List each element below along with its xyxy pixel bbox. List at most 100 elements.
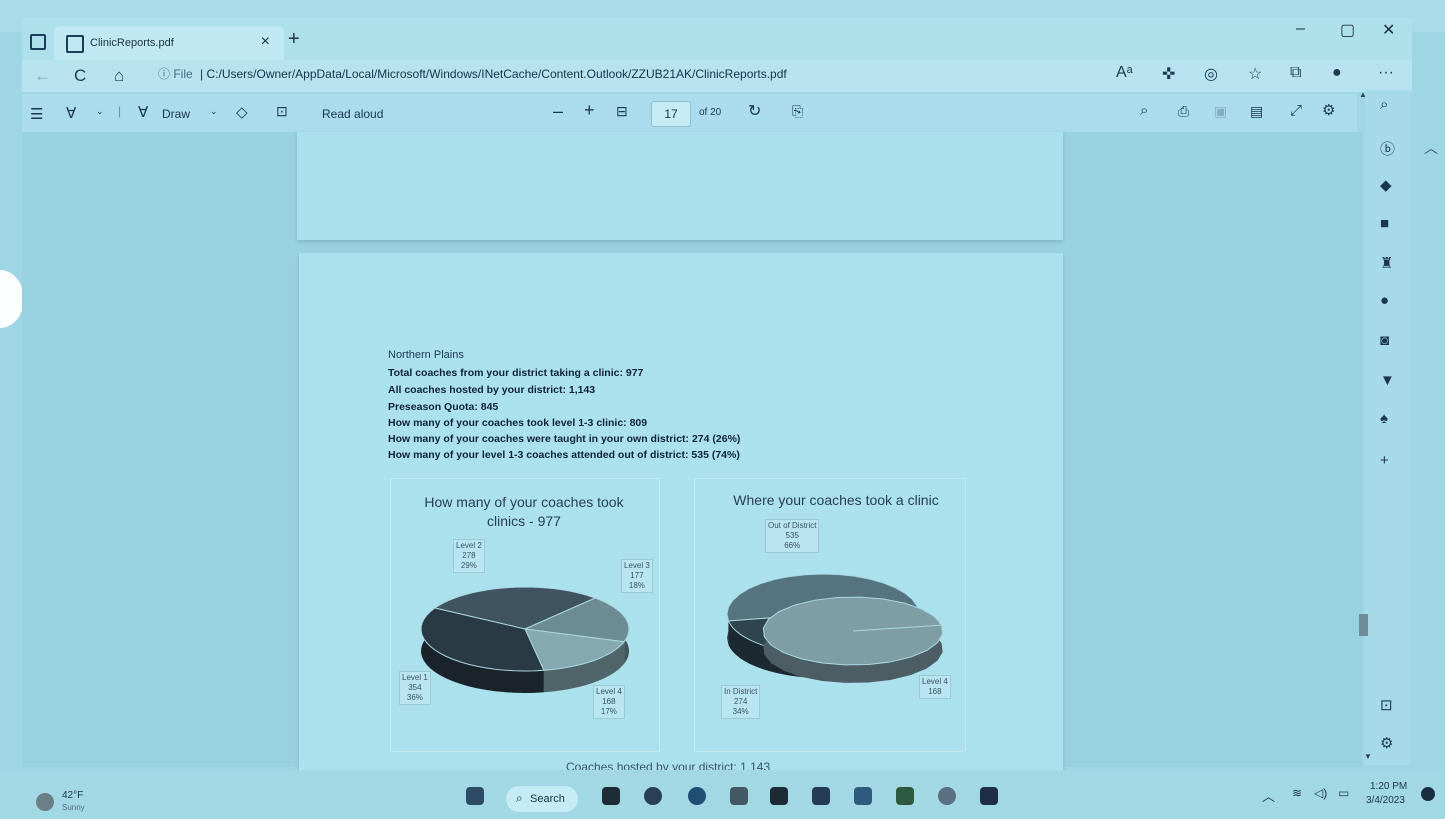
label-value: 177 bbox=[630, 571, 644, 580]
label-value: 168 bbox=[602, 697, 616, 706]
app-icon-2[interactable] bbox=[980, 787, 998, 805]
address-separator: | bbox=[200, 67, 204, 81]
label-pct: 66% bbox=[784, 541, 801, 550]
toolbar-divider: | bbox=[118, 104, 122, 118]
store-icon[interactable] bbox=[770, 787, 788, 805]
taskbar bbox=[0, 770, 1445, 819]
sidebar-bing-icon[interactable]: ⓑ bbox=[1380, 138, 1395, 159]
chevron-down-icon[interactable]: ⌄ bbox=[96, 106, 104, 117]
rotate-icon[interactable]: ↻ bbox=[748, 101, 761, 121]
text-box-icon[interactable]: ⊡ bbox=[276, 103, 288, 120]
read-view-icon[interactable]: Aᵃ bbox=[1116, 64, 1133, 82]
back-icon[interactable]: ← bbox=[34, 66, 51, 86]
read-aloud-button[interactable]: Read aloud bbox=[322, 107, 383, 121]
save-icon[interactable]: ▣ bbox=[1214, 103, 1227, 120]
label-level-2: Level 2 278 29% bbox=[453, 539, 485, 573]
label-pct: 18% bbox=[628, 581, 645, 590]
start-icon[interactable] bbox=[466, 787, 484, 805]
contents-icon[interactable]: ☰ bbox=[30, 105, 43, 123]
label-level-4: Level 4 168 bbox=[919, 675, 951, 699]
scroll-up-icon[interactable]: ︿ bbox=[1424, 138, 1438, 158]
edge-icon[interactable] bbox=[688, 787, 706, 805]
label-value: 274 bbox=[733, 697, 748, 706]
fullscreen-icon[interactable]: ⤢ bbox=[1290, 102, 1302, 119]
draw-button[interactable]: Draw bbox=[162, 107, 190, 121]
page-view-icon[interactable]: ⎘ bbox=[792, 103, 803, 120]
label-pct: 17% bbox=[600, 707, 617, 716]
excel-icon[interactable] bbox=[896, 787, 914, 805]
sidebar-drop-icon[interactable]: ▼ bbox=[1380, 372, 1395, 389]
sidebar-settings-icon[interactable]: ⚙ bbox=[1380, 734, 1393, 752]
address-url[interactable]: C:/Users/Owner/AppData/Local/Microsoft/W… bbox=[206, 67, 786, 81]
sidebar-tools-icon[interactable]: ■ bbox=[1380, 215, 1389, 232]
new-tab-button[interactable]: + bbox=[288, 28, 300, 51]
home-icon[interactable]: ⌂ bbox=[114, 66, 124, 86]
scrollbar-thumb[interactable] bbox=[1359, 614, 1368, 636]
maximize-button[interactable]: ▢ bbox=[1340, 20, 1355, 40]
outlook-icon[interactable] bbox=[812, 787, 830, 805]
weather-icon[interactable] bbox=[36, 793, 54, 811]
chevron-up-icon[interactable]: ︿ bbox=[1262, 786, 1275, 805]
sidebar-app-icon[interactable]: ♠ bbox=[1380, 410, 1388, 427]
file-info-label[interactable]: ⓘ File bbox=[158, 67, 193, 81]
clock-date[interactable]: 3/4/2023 bbox=[1366, 795, 1405, 806]
address-bar[interactable]: ⓘ File | C:/Users/Owner/AppData/Local/Mi… bbox=[158, 65, 787, 82]
wifi-icon[interactable]: ≋ bbox=[1292, 786, 1302, 800]
print-icon[interactable]: ⎙ bbox=[1178, 103, 1189, 120]
highlight-icon[interactable]: ∀ bbox=[66, 104, 76, 122]
draw-icon[interactable]: ∀ bbox=[138, 103, 148, 121]
sidebar-layout-icon[interactable]: ⊡ bbox=[1380, 696, 1393, 714]
chevron-down-icon[interactable]: ⌄ bbox=[210, 106, 218, 117]
scroll-up-arrow-icon[interactable]: ▲ bbox=[1359, 90, 1367, 99]
tab-clinicreports[interactable]: ClinicReports.pdf × bbox=[54, 26, 284, 60]
report-heading: Northern Plains bbox=[388, 349, 464, 361]
extension-icon[interactable]: ✜ bbox=[1162, 64, 1175, 84]
sidebar-games-icon[interactable]: ♜ bbox=[1380, 254, 1393, 272]
volume-icon[interactable]: ◁) bbox=[1314, 786, 1327, 800]
weather-temperature[interactable]: 42°F bbox=[62, 790, 83, 801]
fit-page-icon[interactable]: ⊟ bbox=[616, 103, 628, 120]
label-name: Level 2 bbox=[456, 541, 482, 550]
close-window-button[interactable]: ✕ bbox=[1382, 20, 1395, 40]
stat-line: How many of your coaches took level 1-3 … bbox=[388, 417, 648, 429]
label-name: Level 4 bbox=[922, 677, 948, 686]
file-explorer-icon[interactable] bbox=[730, 787, 748, 805]
minimize-button[interactable]: – bbox=[1296, 20, 1305, 38]
profile-icon[interactable]: ● bbox=[1332, 64, 1342, 82]
pie-1-slices bbox=[420, 586, 630, 693]
label-in-district: In District 274 34% bbox=[721, 685, 761, 719]
stat-line: How many of your coaches were taught in … bbox=[388, 433, 741, 445]
erase-icon[interactable]: ◇ bbox=[236, 103, 248, 121]
sidebar-outlook-icon[interactable]: ◙ bbox=[1380, 332, 1389, 349]
sidebar-office-icon[interactable]: ● bbox=[1380, 292, 1389, 309]
save-as-icon[interactable]: ▤ bbox=[1250, 103, 1263, 120]
clock-time[interactable]: 1:20 PM bbox=[1370, 781, 1407, 792]
search-icon[interactable]: ⌕ bbox=[1140, 102, 1148, 119]
weather-description[interactable]: Sunny bbox=[62, 803, 85, 812]
favorites-icon[interactable]: ☆ bbox=[1248, 64, 1262, 84]
chat-icon[interactable] bbox=[644, 787, 662, 805]
more-options-icon[interactable]: ··· bbox=[1378, 64, 1394, 82]
zoom-in-button[interactable]: + bbox=[584, 100, 595, 121]
settings-icon[interactable]: ⚙ bbox=[1322, 101, 1335, 119]
page-number-input[interactable]: 17 bbox=[651, 101, 691, 127]
chart-clinic-location: Where your coaches took a clinic Out of … bbox=[694, 478, 966, 752]
collections-icon[interactable]: ⧉ bbox=[1290, 64, 1301, 82]
tab-close-button[interactable]: × bbox=[261, 33, 270, 51]
sidebar-shopping-icon[interactable]: ◆ bbox=[1380, 176, 1392, 194]
browser-essentials-icon[interactable]: ◎ bbox=[1204, 64, 1218, 84]
taskbar-search[interactable]: ⌕ Search bbox=[506, 786, 578, 812]
tab-actions-icon[interactable] bbox=[30, 34, 46, 50]
zoom-out-button[interactable]: – bbox=[553, 101, 563, 122]
scroll-down-icon[interactable]: ▼ bbox=[1364, 752, 1372, 761]
sidebar-add-icon[interactable]: + bbox=[1380, 452, 1389, 469]
task-view-icon[interactable] bbox=[602, 787, 620, 805]
page-total: of 20 bbox=[699, 107, 722, 118]
notification-icon[interactable] bbox=[1421, 787, 1435, 801]
refresh-icon[interactable]: C bbox=[74, 66, 86, 86]
sidebar-search-icon[interactable]: ⌕ bbox=[1380, 96, 1388, 113]
battery-icon[interactable]: ▭ bbox=[1338, 786, 1349, 800]
app-icon[interactable] bbox=[938, 787, 956, 805]
label-name: Out of District bbox=[768, 521, 817, 530]
word-icon[interactable] bbox=[854, 787, 872, 805]
